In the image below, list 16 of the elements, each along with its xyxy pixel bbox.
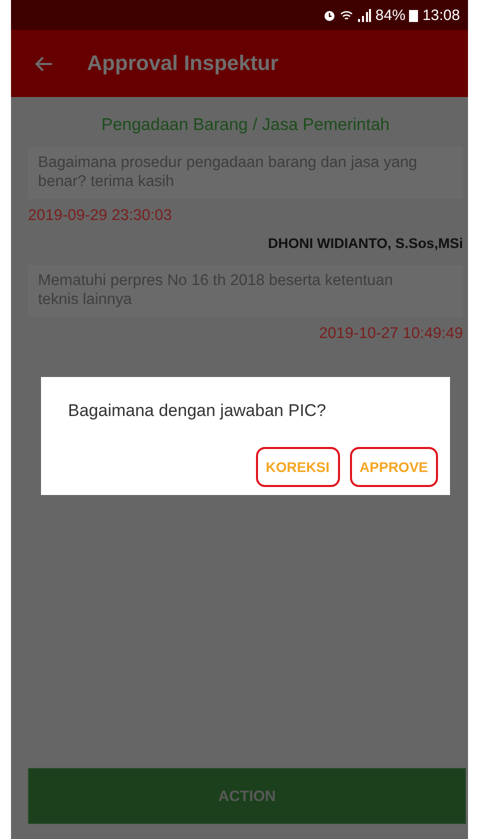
dialog-message: Bagaimana dengan jawaban PIC? [68,401,328,421]
alarm-icon [323,8,336,22]
signal-icon [357,8,372,22]
back-arrow-icon[interactable] [35,56,53,72]
clock-time: 13:08 [422,6,460,24]
battery-percent: 84% [375,6,406,24]
dialog-button[interactable]: APPROVE [350,447,438,487]
answer-timestamp: 2019-10-27 10:49:49 [318,325,463,343]
screen-title: Approval Inspektur [87,52,278,76]
topic-heading: Pengadaan Barang / Jasa Pemerintah [100,115,391,135]
action-button[interactable]: ACTION [28,768,466,824]
battery-icon [409,8,418,22]
question-timestamp: 2019-09-29 23:30:03 [28,207,173,225]
wifi-icon [340,8,354,22]
dialog-button[interactable]: KOREKSI [256,447,340,487]
answerer-name: DHONI WIDIANTO, S.Sos,MSi [267,235,463,251]
